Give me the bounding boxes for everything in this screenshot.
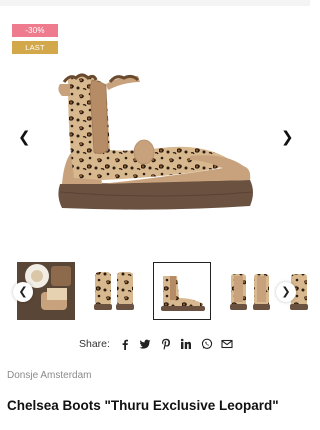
top-strip	[0, 0, 310, 6]
share-label: Share:	[79, 338, 110, 350]
chevron-right-icon: ❯	[281, 128, 294, 146]
chevron-right-icon: ❯	[281, 285, 291, 298]
product-main-image[interactable]	[40, 60, 270, 228]
brand-name[interactable]: Donsje Amsterdam	[7, 370, 91, 381]
thumbnail-side-image	[153, 262, 211, 320]
chevron-left-icon: ❮	[18, 128, 31, 146]
whatsapp-icon[interactable]	[200, 337, 214, 351]
email-icon[interactable]	[220, 337, 234, 351]
product-title: Chelsea Boots "Thuru Exclusive Leopard"	[7, 398, 279, 413]
thumbnail-back-pair-image	[221, 262, 279, 320]
gallery-next-button[interactable]: ❯	[281, 128, 294, 146]
facebook-icon[interactable]	[118, 337, 132, 351]
discount-badge: -30%	[12, 24, 58, 37]
thumbnail-2[interactable]	[85, 262, 143, 320]
pinterest-icon[interactable]	[159, 337, 173, 351]
chevron-left-icon: ❮	[18, 285, 28, 298]
thumbnail-prev-button[interactable]: ❮	[13, 282, 33, 302]
linkedin-icon[interactable]	[179, 337, 193, 351]
leopard-boot-image	[58, 73, 254, 210]
twitter-icon[interactable]	[138, 337, 152, 351]
thumbnail-next-button[interactable]: ❯	[276, 282, 296, 302]
gallery-prev-button[interactable]: ❮	[18, 128, 31, 146]
thumbnail-3[interactable]	[153, 262, 211, 320]
thumbnail-strip	[17, 262, 310, 322]
thumbnail-4[interactable]	[221, 262, 279, 320]
thumbnail-front-pair-image	[85, 262, 143, 320]
share-bar: Share:	[79, 337, 241, 351]
last-one-badge: LAST ONE	[12, 41, 58, 65]
